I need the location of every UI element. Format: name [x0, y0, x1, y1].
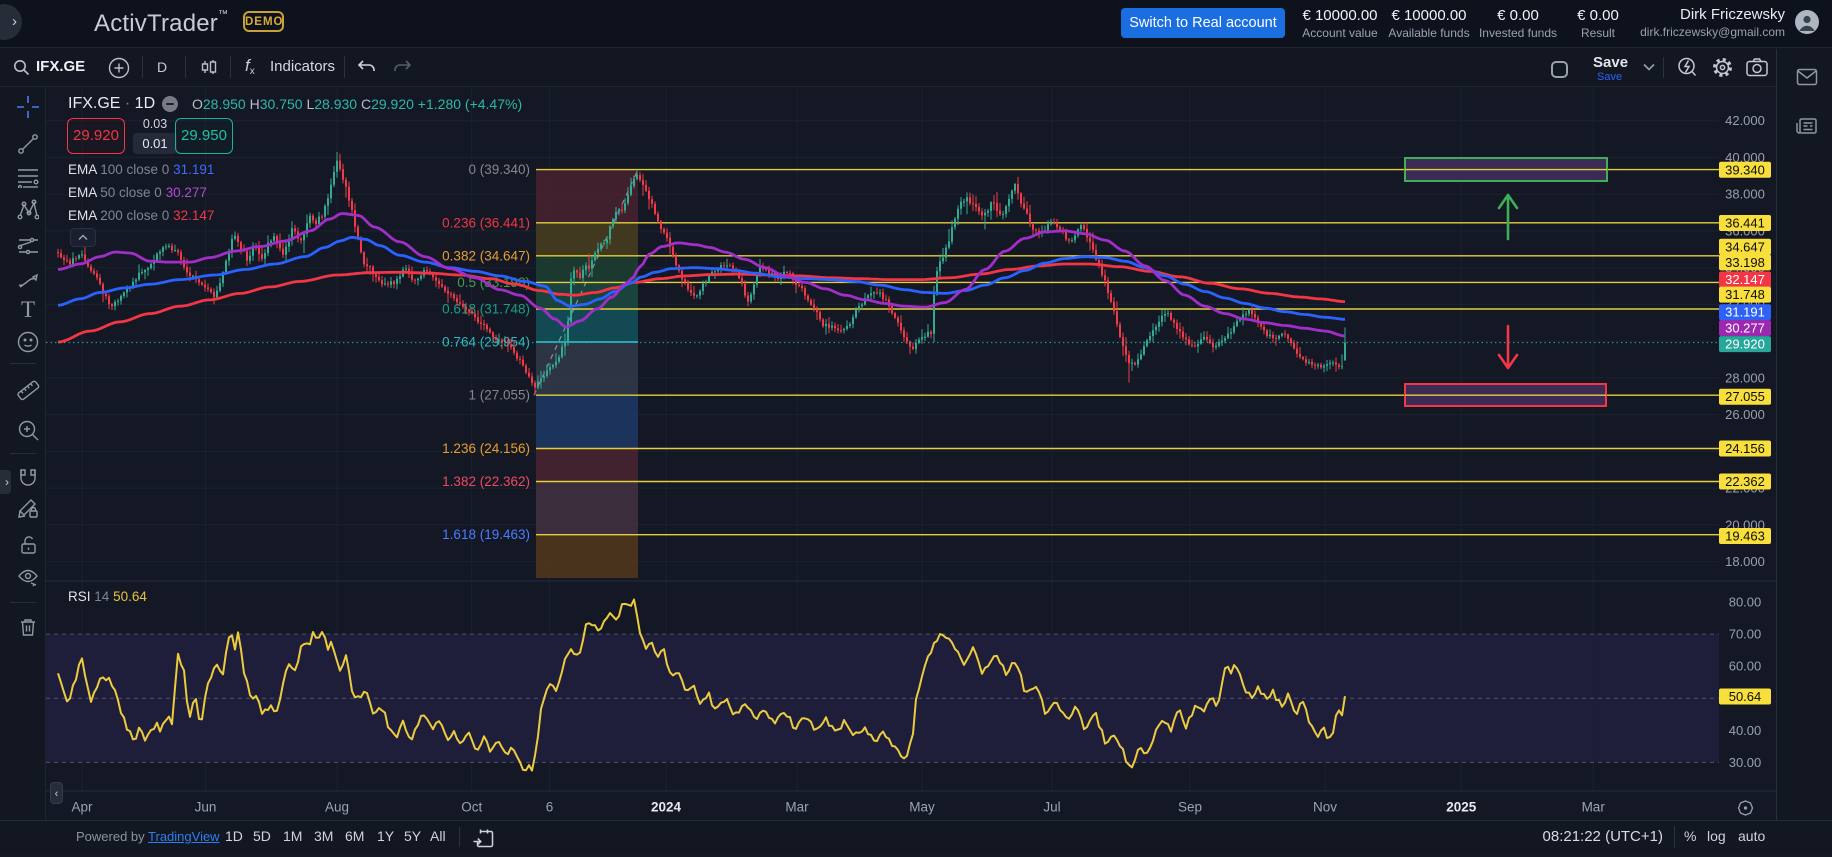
- svg-text:Mar: Mar: [1582, 800, 1606, 815]
- svg-text:1.236 (24.156): 1.236 (24.156): [442, 441, 530, 456]
- svg-text:24.156: 24.156: [1725, 441, 1765, 456]
- svg-text:27.055: 27.055: [1725, 389, 1765, 404]
- svg-text:50.64: 50.64: [1729, 689, 1762, 704]
- svg-text:28.000: 28.000: [1725, 370, 1765, 385]
- svg-text:18.000: 18.000: [1725, 554, 1765, 569]
- svg-text:33.198: 33.198: [1725, 255, 1765, 270]
- svg-text:1.618 (19.463): 1.618 (19.463): [442, 527, 530, 542]
- svg-text:0.764 (29.954): 0.764 (29.954): [442, 335, 530, 350]
- svg-text:2025: 2025: [1446, 800, 1477, 815]
- svg-text:Aug: Aug: [325, 800, 349, 815]
- svg-text:Nov: Nov: [1313, 800, 1337, 815]
- svg-text:1 (27.055): 1 (27.055): [468, 388, 530, 403]
- svg-text:22.362: 22.362: [1725, 474, 1765, 489]
- svg-text:60.00: 60.00: [1729, 659, 1762, 674]
- svg-text:2024: 2024: [651, 800, 682, 815]
- svg-text:80.00: 80.00: [1729, 595, 1762, 610]
- svg-text:1.382 (22.362): 1.382 (22.362): [442, 474, 530, 489]
- svg-text:30.277: 30.277: [1725, 321, 1765, 336]
- svg-text:May: May: [909, 800, 935, 815]
- svg-text:Apr: Apr: [71, 800, 93, 815]
- svg-text:Oct: Oct: [461, 800, 482, 815]
- svg-text:29.920: 29.920: [1725, 337, 1765, 352]
- svg-text:0.382 (34.647): 0.382 (34.647): [442, 248, 530, 263]
- svg-text:Jun: Jun: [195, 800, 217, 815]
- svg-text:42.000: 42.000: [1725, 113, 1765, 128]
- svg-text:0.236 (36.441): 0.236 (36.441): [442, 215, 530, 230]
- svg-text:70.00: 70.00: [1729, 627, 1762, 642]
- svg-text:31.748: 31.748: [1725, 287, 1765, 302]
- svg-text:32.147: 32.147: [1725, 272, 1765, 287]
- svg-text:38.000: 38.000: [1725, 187, 1765, 202]
- svg-text:Jul: Jul: [1043, 800, 1060, 815]
- svg-text:Mar: Mar: [785, 800, 809, 815]
- svg-text:6: 6: [546, 800, 554, 815]
- svg-text:39.340: 39.340: [1725, 162, 1765, 177]
- svg-text:26.000: 26.000: [1725, 407, 1765, 422]
- svg-text:0 (39.340): 0 (39.340): [468, 162, 530, 177]
- svg-text:Sep: Sep: [1178, 800, 1202, 815]
- svg-text:19.463: 19.463: [1725, 529, 1765, 544]
- svg-text:36.441: 36.441: [1725, 216, 1765, 231]
- svg-text:34.647: 34.647: [1725, 239, 1765, 254]
- svg-text:40.00: 40.00: [1729, 723, 1762, 738]
- svg-text:31.191: 31.191: [1725, 305, 1765, 320]
- svg-text:30.00: 30.00: [1729, 755, 1762, 770]
- svg-text:0.618 (31.748): 0.618 (31.748): [442, 302, 530, 317]
